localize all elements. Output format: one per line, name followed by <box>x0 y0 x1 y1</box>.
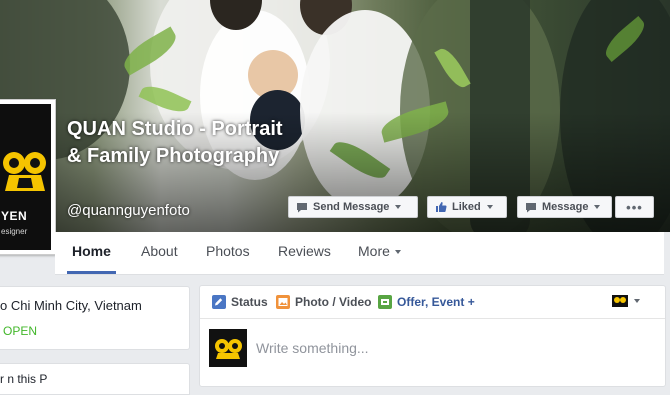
chevron-down-icon <box>486 205 493 209</box>
tab-about[interactable]: About <box>141 232 178 274</box>
chevron-down-icon <box>594 205 601 209</box>
studio-logo-icon <box>3 152 46 191</box>
thumbs-up-icon <box>435 201 447 213</box>
send-message-label: Send Message <box>313 201 390 213</box>
tab-home[interactable]: Home <box>67 232 116 274</box>
chevron-down-icon <box>394 250 401 255</box>
tab-more-label: More <box>358 243 390 259</box>
composer-tabs: Status Photo / Video Offer, Event + <box>200 286 665 319</box>
message-label: Message <box>542 201 589 213</box>
about-card: o Chi Minh City, Vietnam OPEN <box>0 286 190 350</box>
tab-status-label: Status <box>231 295 268 309</box>
tab-photo-video[interactable]: Photo / Video <box>276 295 371 309</box>
composer-avatar <box>209 329 247 367</box>
photo-icon <box>276 295 290 309</box>
page-username[interactable]: @quannguyenfoto <box>67 202 190 219</box>
profile-logo-subtext: esigner <box>1 227 28 236</box>
chevron-down-icon <box>634 299 640 303</box>
liked-button[interactable]: Liked <box>427 196 507 218</box>
chevron-down-icon <box>395 205 402 209</box>
pencil-icon <box>212 295 226 309</box>
liked-label: Liked <box>452 201 481 213</box>
secondary-card: r n this P <box>0 363 190 395</box>
offer-icon <box>378 295 392 309</box>
tab-reviews[interactable]: Reviews <box>278 232 331 274</box>
tab-offer-event[interactable]: Offer, Event + <box>378 295 475 309</box>
tab-more[interactable]: More <box>358 232 401 274</box>
message-icon <box>296 202 308 213</box>
tab-status[interactable]: Status <box>212 295 268 309</box>
post-composer: Status Photo / Video Offer, Event + <box>199 285 666 387</box>
secondary-card-text: r n this P <box>0 372 48 386</box>
profile-logo-text: YEN <box>1 209 28 223</box>
hours-status: OPEN <box>3 324 38 338</box>
profile-picture[interactable]: YEN esigner <box>0 99 56 255</box>
page-title[interactable]: QUAN Studio - Portrait & Family Photogra… <box>67 116 297 170</box>
send-message-button[interactable]: Send Message <box>288 196 418 218</box>
page-switcher[interactable] <box>612 295 640 307</box>
page-nav: Home About Photos Reviews More <box>55 232 664 275</box>
tab-photo-label: Photo / Video <box>295 295 372 309</box>
tab-offer-label: Offer, Event + <box>397 295 475 309</box>
tab-photos[interactable]: Photos <box>206 232 250 274</box>
message-button[interactable]: Message <box>517 196 612 218</box>
more-options-button[interactable]: ••• <box>615 196 654 218</box>
studio-logo-icon <box>209 329 247 367</box>
location-text[interactable]: o Chi Minh City, Vietnam <box>0 298 142 313</box>
page-switcher-icon <box>612 295 628 307</box>
write-something-input[interactable] <box>256 338 636 358</box>
message-icon <box>525 202 537 213</box>
